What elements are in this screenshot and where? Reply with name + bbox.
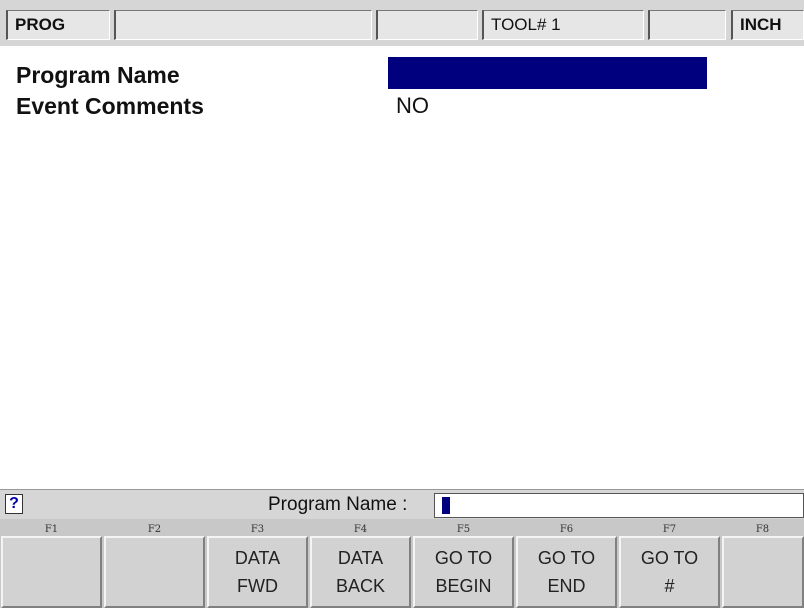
fkey-f2: F2 xyxy=(103,519,206,608)
fkey-label-line1: GO TO xyxy=(537,548,596,568)
fkey-f7: F7 GO TO # xyxy=(618,519,721,608)
tool-indicator: TOOL# 1 xyxy=(482,10,644,40)
units-indicator: INCH xyxy=(731,10,804,40)
status-segment-blank-3 xyxy=(648,10,726,40)
fkey-number: F8 xyxy=(755,524,770,535)
f2-button[interactable] xyxy=(104,536,205,608)
fkey-number: F6 xyxy=(559,524,574,535)
f1-button[interactable] xyxy=(1,536,102,608)
status-segment-blank-2 xyxy=(376,10,478,40)
data-back-button[interactable]: DATA BACK xyxy=(310,536,411,608)
go-to-end-button[interactable]: GO TO END xyxy=(516,536,617,608)
fkey-number: F5 xyxy=(456,524,471,535)
fkey-f1: F1 xyxy=(0,519,103,608)
f8-button[interactable] xyxy=(722,536,804,608)
fkey-f4: F4 DATA BACK xyxy=(309,519,412,608)
event-comments-label: Event Comments xyxy=(16,93,204,119)
help-icon[interactable]: ? xyxy=(5,494,23,514)
program-name-field[interactable] xyxy=(388,57,707,89)
program-name-label: Program Name xyxy=(16,62,180,88)
fkey-f6: F6 GO TO END xyxy=(515,519,618,608)
program-name-input[interactable] xyxy=(434,493,804,518)
go-to-begin-button[interactable]: GO TO BEGIN xyxy=(413,536,514,608)
fkey-label-line1: GO TO xyxy=(434,548,493,568)
mode-indicator: PROG xyxy=(6,10,110,40)
fkey-label-line2: BEGIN xyxy=(435,576,492,596)
event-comments-value[interactable]: NO xyxy=(396,91,429,121)
fkey-label-line2: BACK xyxy=(335,576,386,596)
fkey-label-line2: END xyxy=(547,576,586,596)
go-to-number-button[interactable]: GO TO # xyxy=(619,536,720,608)
fkey-label-line2: FWD xyxy=(237,576,278,596)
prompt-line: ? Program Name : xyxy=(0,489,804,520)
fkey-f3: F3 DATA FWD xyxy=(206,519,309,608)
fkey-f8: F8 xyxy=(721,519,804,608)
fkey-number: F7 xyxy=(662,524,677,535)
text-cursor xyxy=(442,497,450,514)
status-bar: PROG TOOL# 1 INCH xyxy=(0,0,804,46)
fkey-number: F4 xyxy=(353,524,368,535)
prompt-label: Program Name : xyxy=(268,494,408,515)
fkey-label-line1: DATA xyxy=(234,548,281,568)
fkey-number: F2 xyxy=(147,524,162,535)
fkey-label-line2: # xyxy=(664,576,675,596)
function-key-bar: F1 F2 F3 DATA FWD F4 DATA BACK F5 GO TO … xyxy=(0,519,804,608)
data-fwd-button[interactable]: DATA FWD xyxy=(207,536,308,608)
status-segment-blank-1 xyxy=(114,10,372,40)
fkey-number: F1 xyxy=(44,524,59,535)
fkey-f5: F5 GO TO BEGIN xyxy=(412,519,515,608)
fkey-label-line1: GO TO xyxy=(640,548,699,568)
fkey-number: F3 xyxy=(250,524,265,535)
fkey-label-line1: DATA xyxy=(337,548,384,568)
